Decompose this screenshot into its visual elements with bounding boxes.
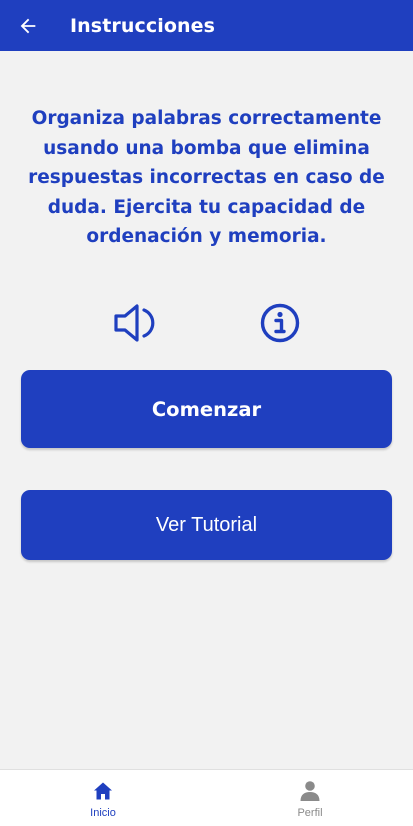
person-icon bbox=[300, 780, 320, 801]
back-button[interactable] bbox=[0, 0, 56, 51]
info-button[interactable] bbox=[251, 300, 307, 346]
icon-row bbox=[0, 300, 413, 346]
speaker-icon bbox=[114, 304, 155, 342]
sound-button[interactable] bbox=[110, 300, 166, 346]
nav-item-home[interactable]: Inicio bbox=[0, 770, 206, 826]
instructions-text: Organiza palabras correctamente usando u… bbox=[28, 108, 385, 247]
arrow-left-icon bbox=[20, 18, 36, 33]
home-icon bbox=[94, 782, 112, 799]
app-bar: Instrucciones bbox=[0, 0, 413, 51]
info-icon bbox=[260, 303, 300, 343]
nav-label-profile: Perfil bbox=[297, 806, 323, 819]
page-title: Instrucciones bbox=[70, 14, 215, 37]
tutorial-button[interactable]: Ver Tutorial bbox=[21, 490, 392, 560]
start-button[interactable]: Comenzar bbox=[21, 370, 392, 448]
app-screen: Instrucciones Organiza palabras correcta… bbox=[0, 0, 413, 826]
nav-label-home: Inicio bbox=[90, 806, 116, 819]
bottom-navigation: Inicio Perfil bbox=[0, 769, 413, 826]
nav-item-profile[interactable]: Perfil bbox=[207, 770, 413, 826]
